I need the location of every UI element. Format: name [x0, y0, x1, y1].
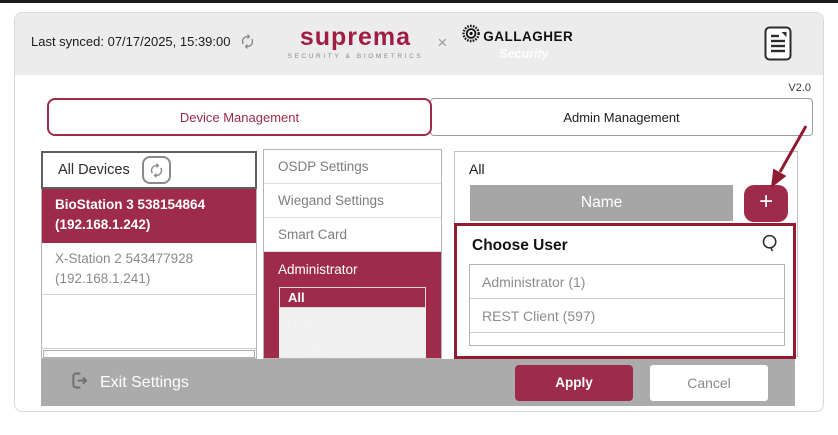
gallagher-tagline: Security	[499, 47, 549, 61]
menu-item-smart-card[interactable]: Smart Card	[264, 218, 441, 252]
device-refresh-button[interactable]	[141, 156, 171, 184]
menu-item-label: OSDP Settings	[278, 159, 369, 174]
logo-separator: ×	[437, 32, 448, 52]
menu-item-label: Wiegand Settings	[278, 193, 384, 208]
screenshot-root: Last synced: 07/17/2025, 15:39:00 suprem…	[0, 0, 838, 435]
choose-user-title: Choose User	[472, 237, 568, 254]
submenu-item-label: User	[287, 316, 315, 331]
submenu-item-label: All	[288, 290, 305, 305]
add-user-button[interactable]: +	[744, 185, 788, 222]
sync-refresh-icon[interactable]	[239, 33, 256, 50]
choose-user-header: Choose User	[457, 226, 793, 263]
tab-admin-management-label: Admin Management	[563, 109, 680, 125]
device-list: BioStation 3 538154864 (192.168.1.242) X…	[41, 189, 257, 359]
menu-item-wiegand-settings[interactable]: Wiegand Settings	[264, 184, 441, 218]
suprema-logo: suprema SECURITY & BIOMETRICS	[287, 23, 424, 61]
device-row-xstation[interactable]: X-Station 2 543477928 (192.168.1.241)	[42, 243, 256, 295]
user-option-empty	[470, 333, 784, 345]
name-header-row: Name +	[470, 185, 788, 222]
suprema-wordmark: suprema	[299, 23, 412, 51]
user-option-administrator[interactable]: Administrator (1)	[470, 265, 784, 299]
device-ip: (192.168.1.241)	[55, 270, 151, 286]
app-window: Last synced: 07/17/2025, 15:39:00 suprem…	[14, 12, 824, 412]
user-option-rest-client[interactable]: REST Client (597)	[470, 299, 784, 333]
brand-logos: suprema SECURITY & BIOMETRICS × GALLAGHE…	[287, 23, 574, 62]
device-ip: (192.168.1.242)	[55, 216, 151, 232]
last-synced-group: Last synced: 07/17/2025, 15:39:00	[31, 33, 256, 50]
exit-icon	[69, 370, 90, 396]
screen-top-border	[0, 0, 838, 3]
submenu-item-label: Configuration	[287, 341, 365, 356]
suprema-tagline: SECURITY & BIOMETRICS	[287, 53, 424, 60]
menu-item-label: Smart Card	[278, 227, 348, 242]
gallagher-wordmark: GALLAGHER	[483, 28, 574, 44]
menu-item-label: Administrator	[278, 262, 358, 277]
menu-item-administrator[interactable]: Administrator	[264, 252, 441, 287]
submenu-item-user[interactable]: User	[279, 311, 426, 336]
tab-bar: Device Management Admin Management	[47, 98, 813, 136]
apply-button[interactable]: Apply	[515, 364, 633, 401]
search-icon[interactable]	[760, 233, 781, 259]
device-panel: All Devices BioStation 3 538154864 (192.…	[41, 151, 257, 359]
submenu-item-all[interactable]: All	[279, 287, 426, 308]
user-option-label: REST Client (597)	[482, 307, 596, 324]
gallagher-wordmark-row: GALLAGHER	[461, 24, 573, 48]
device-row-biostation[interactable]: BioStation 3 538154864 (192.168.1.242)	[42, 189, 256, 243]
user-option-label: Administrator (1)	[482, 273, 586, 290]
device-name: BioStation 3 538154864	[55, 197, 206, 212]
settings-menu-panel: OSDP Settings Wiegand Settings Smart Car…	[263, 149, 442, 359]
app-header: Last synced: 07/17/2025, 15:39:00 suprem…	[15, 13, 823, 75]
device-panel-header: All Devices	[41, 151, 257, 189]
footer-bar: Exit Settings Apply Cancel	[41, 359, 795, 406]
choose-user-list: Administrator (1) REST Client (597)	[469, 264, 785, 346]
administrator-submenu: All User Configuration	[264, 287, 441, 358]
gallagher-logo: GALLAGHER Security	[461, 24, 573, 61]
cancel-button[interactable]: Cancel	[650, 364, 768, 401]
all-devices-label: All Devices	[58, 162, 130, 178]
tab-admin-management[interactable]: Admin Management	[430, 98, 813, 136]
exit-settings-label: Exit Settings	[100, 373, 189, 391]
log-document-icon[interactable]	[764, 26, 792, 61]
device-name: X-Station 2 543477928	[55, 251, 194, 266]
version-label: V2.0	[788, 82, 811, 94]
scope-label: All	[469, 161, 485, 177]
device-list-scrollbar[interactable]	[43, 350, 255, 358]
name-column-header: Name	[470, 185, 734, 221]
tab-device-management[interactable]: Device Management	[47, 98, 432, 136]
administrator-submenu-list: User Configuration	[279, 308, 426, 358]
tab-device-management-label: Device Management	[179, 109, 300, 125]
last-synced-text: Last synced: 07/17/2025, 15:39:00	[31, 34, 231, 49]
choose-user-panel: Choose User Administrator (1) REST Clien…	[454, 223, 796, 359]
submenu-item-configuration[interactable]: Configuration	[279, 336, 426, 358]
menu-item-osdp-settings[interactable]: OSDP Settings	[264, 150, 441, 184]
device-row-empty	[42, 295, 256, 349]
gallagher-emblem-icon	[461, 24, 480, 48]
exit-settings-button[interactable]: Exit Settings	[69, 370, 189, 396]
